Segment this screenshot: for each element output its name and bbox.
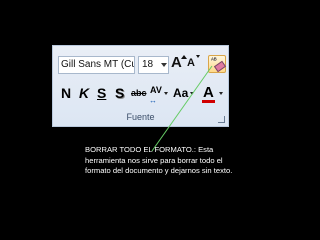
- description-caption: BORRAR TODO EL FORMATO.: Esta herramient…: [85, 145, 233, 175]
- callout-pointer-line: [151, 65, 213, 152]
